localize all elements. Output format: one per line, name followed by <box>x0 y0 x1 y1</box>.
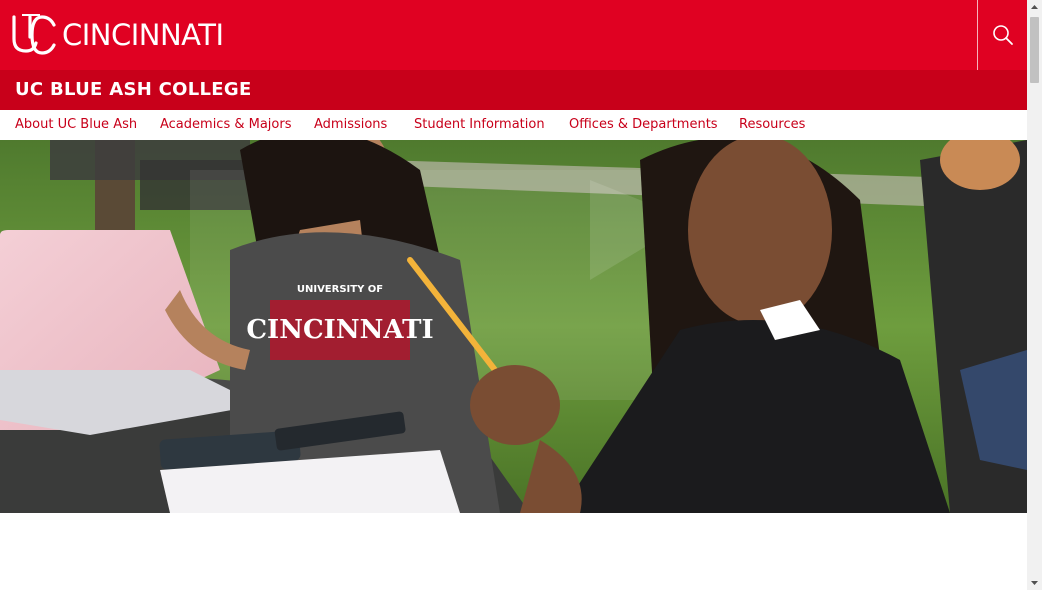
page: CINCINNATI UC BLUE ASH COLLEGE About UC … <box>0 0 1027 590</box>
college-title[interactable]: UC BLUE ASH COLLEGE <box>15 70 252 110</box>
page-scrollbar[interactable] <box>1027 0 1042 590</box>
nav-item-offices-departments[interactable]: Offices & Departments <box>569 110 718 139</box>
university-logo[interactable]: CINCINNATI <box>10 13 224 57</box>
scroll-down-arrow-icon[interactable] <box>1027 575 1042 590</box>
site-header: CINCINNATI <box>0 0 1027 70</box>
search-button[interactable] <box>978 0 1027 70</box>
scrollbar-thumb[interactable] <box>1030 17 1039 83</box>
nav-item-about[interactable]: About UC Blue Ash <box>15 110 137 139</box>
nav-item-academics[interactable]: Academics & Majors <box>160 110 292 139</box>
shirt-text-main: CINCINNATI <box>246 315 433 345</box>
nav-item-student-information[interactable]: Student Information <box>414 110 545 139</box>
nav-item-resources[interactable]: Resources <box>739 110 805 139</box>
shirt-text-top: UNIVERSITY OF <box>297 284 383 295</box>
main-nav: About UC Blue Ash Academics & Majors Adm… <box>0 110 1027 140</box>
hero-photo: UNIVERSITY OF CINCINNATI <box>0 140 1027 513</box>
nav-item-admissions[interactable]: Admissions <box>314 110 387 139</box>
scroll-up-arrow-icon[interactable] <box>1027 0 1042 15</box>
search-icon <box>992 25 1013 45</box>
college-banner: UC BLUE ASH COLLEGE <box>0 70 1027 110</box>
uc-logo-mark-icon <box>12 14 56 55</box>
logo-wordmark: CINCINNATI <box>62 18 224 52</box>
hero-image: UNIVERSITY OF CINCINNATI <box>0 140 1027 513</box>
